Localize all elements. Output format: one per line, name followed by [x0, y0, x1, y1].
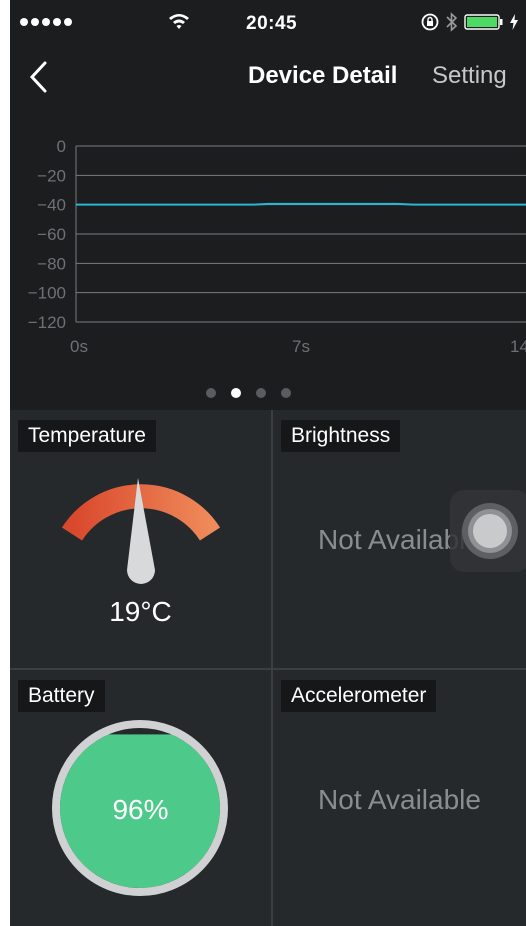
accelerometer-label: Accelerometer	[281, 680, 437, 712]
y-tick-label: −80	[37, 254, 66, 273]
navigation-bar: Device Detail Setting	[10, 48, 526, 108]
page-dot[interactable]	[280, 388, 291, 398]
x-tick-label: 7s	[292, 337, 310, 356]
chevron-left-icon	[28, 61, 48, 98]
y-tick-label: −40	[37, 196, 66, 215]
accelerometer-tile[interactable]: Accelerometer Not Available	[273, 670, 526, 926]
temperature-tile[interactable]: Temperature 19°C	[10, 410, 271, 668]
charging-icon	[510, 14, 518, 35]
wifi-icon	[168, 12, 190, 35]
temperature-label: Temperature	[18, 420, 156, 452]
x-tick-label: 14s	[510, 337, 526, 356]
bluetooth-icon	[446, 12, 458, 37]
accelerometer-status: Not Available	[318, 784, 481, 815]
setting-button[interactable]: Setting	[432, 62, 507, 90]
y-tick-label: −60	[37, 225, 66, 244]
assistive-touch-button[interactable]	[450, 490, 526, 572]
back-button[interactable]	[28, 60, 48, 99]
page-dot[interactable]	[230, 388, 241, 398]
battery-tile[interactable]: Battery 96%	[10, 670, 271, 926]
signal-chart: 0 −20 −40 −60 −80 −100 −1200s 7s 14s	[10, 108, 526, 410]
chart-svg: 0 −20 −40 −60 −80 −100 −1200s 7s 14s	[28, 137, 526, 356]
y-tick-label: 0	[57, 137, 66, 156]
temperature-value: 19°C	[109, 596, 172, 627]
page-dot[interactable]	[255, 388, 266, 398]
y-tick-label: −100	[28, 284, 66, 303]
signal-dots-icon	[20, 18, 72, 26]
series-line	[76, 202, 526, 206]
rotation-lock-icon	[420, 12, 440, 37]
battery-value: 96%	[112, 794, 169, 825]
page-indicator[interactable]	[10, 388, 506, 398]
battery-icon	[464, 13, 504, 36]
y-tick-label: −120	[28, 313, 66, 332]
page-dot[interactable]	[205, 388, 216, 398]
battery-label: Battery	[18, 680, 105, 712]
status-time: 20:45	[246, 13, 298, 34]
sensor-grid: Temperature 19°C Brightness Not Availabl…	[10, 410, 526, 926]
brightness-label: Brightness	[281, 420, 401, 452]
x-tick-label: 0s	[70, 337, 88, 356]
y-tick-label: −20	[37, 166, 66, 185]
status-bar: 20:45	[10, 0, 526, 48]
page-title: Device Detail	[248, 62, 398, 89]
phone-screen: 20:45 Device Detail Setting 0 −20 −40 −6…	[10, 0, 526, 926]
